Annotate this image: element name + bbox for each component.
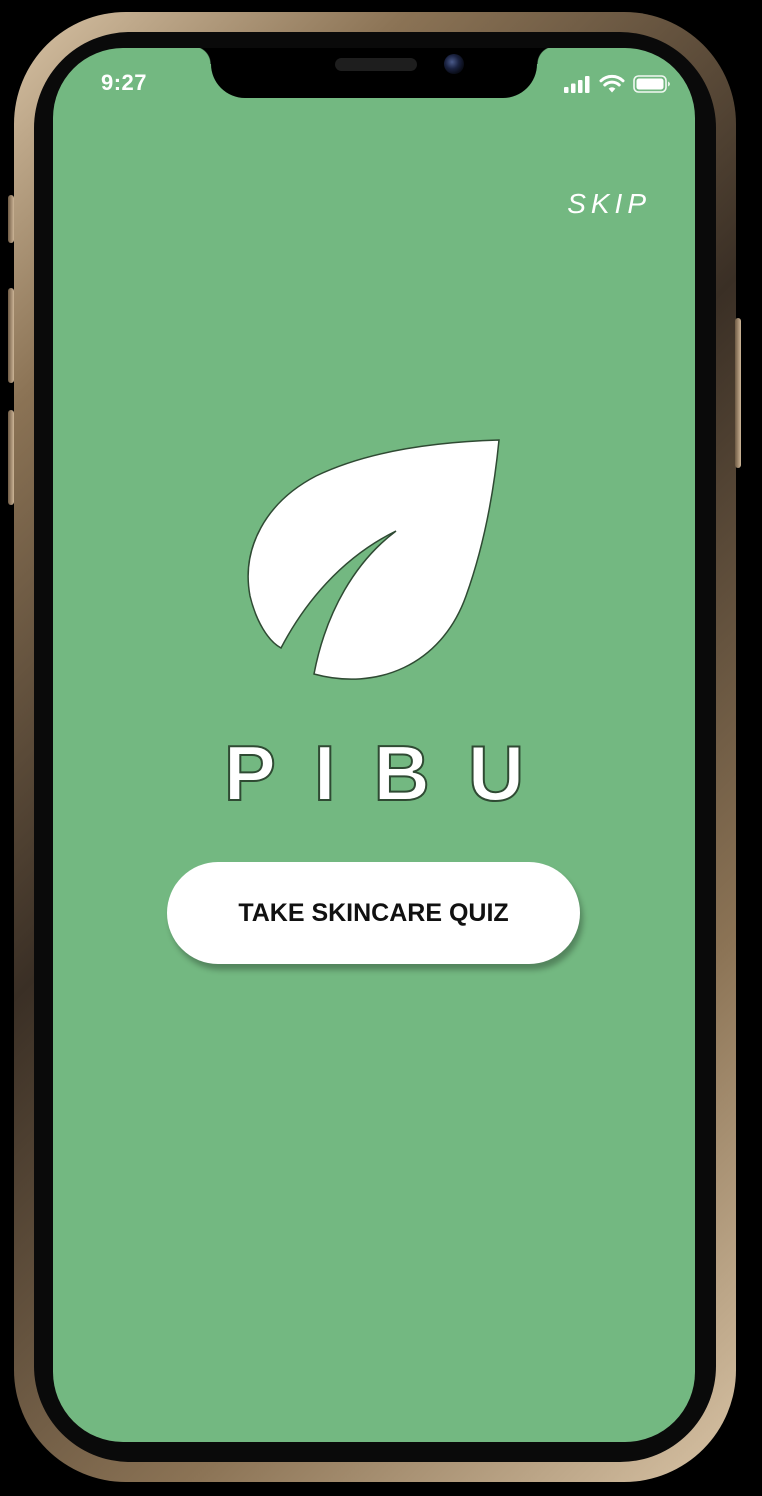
volume-down-button — [8, 410, 14, 505]
power-button — [735, 318, 741, 468]
brand-name: PIBU — [223, 728, 563, 818]
device-mockup: 9:27 SKIP PIBU TAKE SKINCARE QUIZ — [0, 0, 762, 1496]
earpiece-speaker — [335, 58, 417, 71]
app-screen: 9:27 SKIP PIBU TAKE SKINCARE QUIZ — [53, 48, 695, 1442]
take-skincare-quiz-button[interactable]: TAKE SKINCARE QUIZ — [167, 862, 580, 964]
status-time: 9:27 — [101, 70, 148, 95]
battery-icon — [633, 75, 670, 93]
signal-icon — [564, 76, 590, 93]
leaf-icon — [247, 439, 500, 680]
status-icons — [563, 74, 671, 94]
volume-up-button — [8, 288, 14, 383]
mute-switch — [8, 195, 14, 243]
front-camera — [444, 54, 464, 74]
skip-button[interactable]: SKIP — [567, 188, 651, 220]
wifi-icon — [599, 74, 625, 93]
notch — [193, 48, 555, 98]
quiz-button-label: TAKE SKINCARE QUIZ — [238, 898, 509, 927]
